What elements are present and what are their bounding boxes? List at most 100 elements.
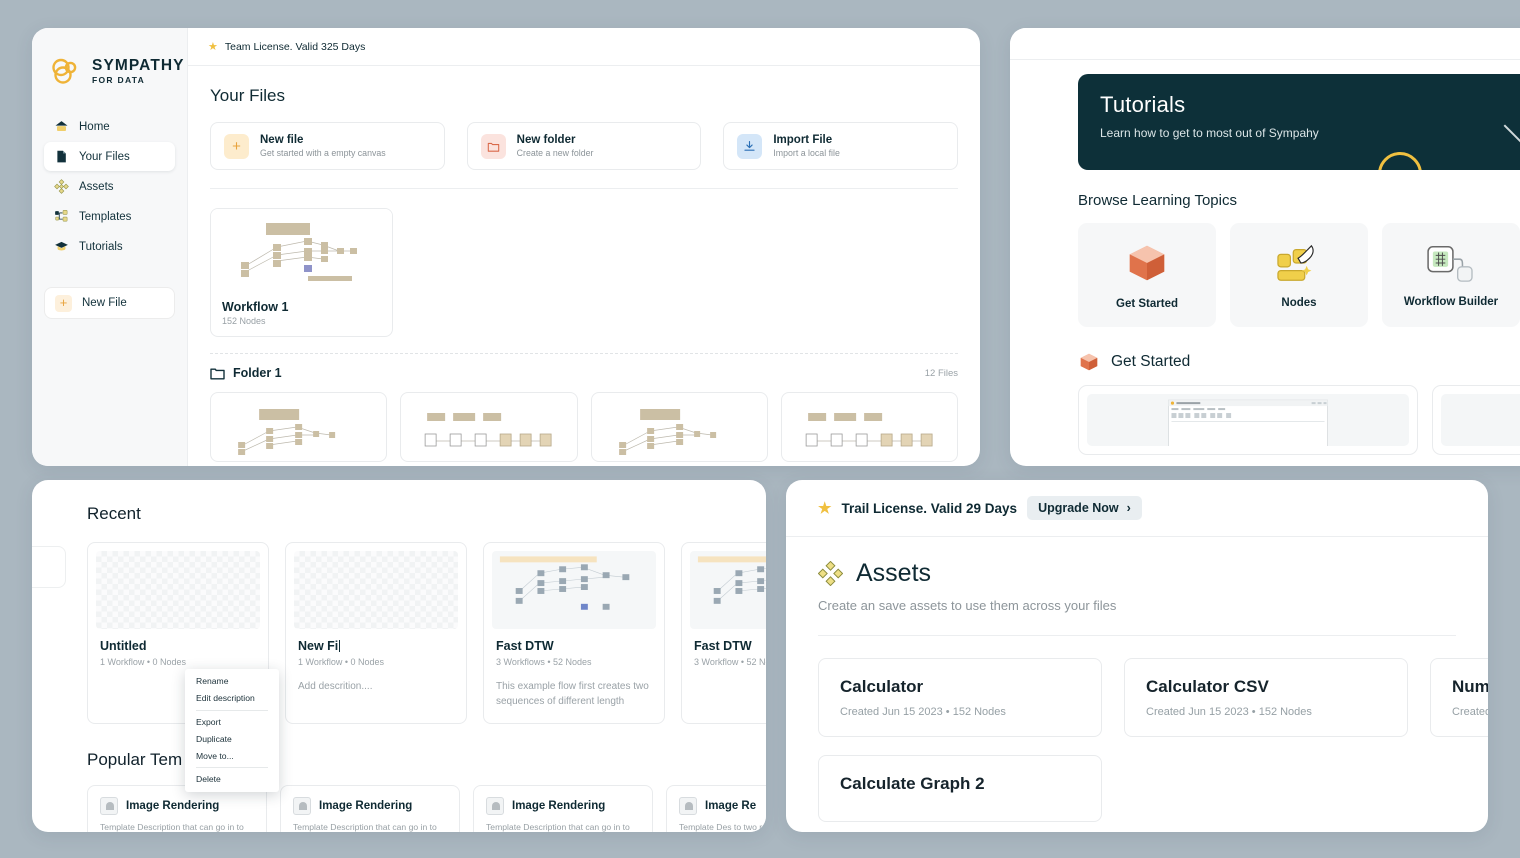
- recent-thumbnail: [690, 551, 766, 629]
- partial-edge-card: [32, 546, 66, 588]
- recent-thumbnail: [294, 551, 458, 629]
- files-main: ★ Team License. Valid 325 Days Your File…: [188, 28, 980, 466]
- tutorials-banner: Tutorials Learn how to get to most out o…: [1078, 74, 1520, 170]
- context-menu-separator: [196, 709, 268, 711]
- recent-card-name: Fast DTW: [496, 639, 554, 653]
- upgrade-now-label: Upgrade Now: [1038, 501, 1119, 515]
- popular-templates-title: Popular Tem: [87, 750, 183, 769]
- sidebar-item-assets[interactable]: Assets: [44, 172, 175, 201]
- asset-card[interactable]: Numb Created: [1430, 658, 1488, 737]
- sidebar-item-home[interactable]: Home: [44, 112, 175, 141]
- recent-card[interactable]: Fast DTW 3 Workflows • 52 Nodes This exa…: [483, 542, 665, 724]
- new-file-card-title: New file: [260, 133, 304, 146]
- template-card[interactable]: Image Rendering Template Description tha…: [87, 785, 267, 832]
- topic-card-workflow-builder[interactable]: Workflow Builder: [1382, 223, 1520, 327]
- sidebar-item-label: Assets: [79, 180, 114, 193]
- asset-meta: Created Jun 15 2023 • 152 Nodes: [840, 706, 1006, 718]
- workflow-builder-icon: [1423, 242, 1479, 284]
- folder-file-count: 12 Files: [924, 367, 958, 379]
- get-started-thumbnail: [1441, 394, 1520, 446]
- sidebar-item-your-files[interactable]: Your Files: [44, 142, 175, 171]
- tutorials-topbar: [1010, 28, 1520, 60]
- file-icon: [54, 149, 69, 164]
- new-file-button[interactable]: + New File: [44, 287, 175, 319]
- recent-thumbnail: [96, 551, 260, 629]
- recent-card[interactable]: New Fi 1 Workflow • 0 Nodes Add descriti…: [285, 542, 467, 724]
- plus-icon: +: [55, 294, 72, 312]
- upgrade-now-button[interactable]: Upgrade Now ›: [1027, 496, 1142, 520]
- folder-item-card[interactable]: [780, 392, 958, 462]
- recent-card-description-placeholder[interactable]: Add descrition....: [298, 679, 454, 694]
- asset-card[interactable]: Calculator CSV Created Jun 15 2023 • 152…: [1124, 658, 1408, 737]
- home-icon: [54, 119, 69, 134]
- topic-label: Get Started: [1116, 298, 1178, 310]
- folder-item-card[interactable]: [590, 392, 768, 462]
- tutorials-banner-title: Tutorials: [1100, 92, 1186, 117]
- topic-card-get-started[interactable]: Get Started: [1078, 223, 1216, 327]
- template-card[interactable]: Image Rendering Template Description tha…: [280, 785, 460, 832]
- templates-nodes-icon: [54, 209, 69, 224]
- new-folder-card-subtitle: Create a new folder: [516, 147, 594, 158]
- new-folder-card[interactable]: New folder Create a new folder: [466, 122, 702, 170]
- files-body: Your Files + New file Get started with a…: [188, 66, 980, 466]
- yellow-nodes-hand-icon: [1275, 241, 1323, 285]
- sidebar: SYMPATHY FOR DATA Home Your Files Assets…: [32, 28, 188, 466]
- get-started-card[interactable]: [1078, 385, 1418, 455]
- recent-card-name-editing[interactable]: New Fi: [298, 639, 454, 653]
- asset-name: Calculate Graph 2: [840, 774, 985, 793]
- context-menu-item-export[interactable]: Export: [185, 714, 279, 731]
- page-title: Your Files: [210, 86, 285, 105]
- sidebar-item-tutorials[interactable]: Tutorials: [44, 232, 175, 261]
- sidebar-item-label: Home: [79, 120, 110, 133]
- template-description: Template Description that can go in to t…: [293, 822, 437, 832]
- text-caret: [339, 640, 341, 652]
- workflow-card[interactable]: Workflow 1 152 Nodes: [210, 208, 393, 337]
- context-menu-item-move-to[interactable]: Move to...: [185, 747, 279, 764]
- context-menu-item-edit-description[interactable]: Edit description: [185, 690, 279, 707]
- asset-card[interactable]: Calculator Created Jun 15 2023 • 152 Nod…: [818, 658, 1102, 737]
- assets-window: ★ Trail License. Valid 29 Days Upgrade N…: [786, 480, 1488, 832]
- folder-item-card[interactable]: [400, 392, 578, 462]
- get-started-card[interactable]: [1432, 385, 1520, 455]
- recent-window: Recent Untitled 1 Workflow • 0 Nodes New…: [32, 480, 766, 832]
- template-card[interactable]: Image Re Template Des to two rows Open i…: [666, 785, 766, 832]
- template-name: Image Re: [705, 800, 757, 812]
- sidebar-item-label: Your Files: [79, 150, 130, 163]
- context-menu-item-rename[interactable]: Rename: [185, 673, 279, 690]
- topic-card-row: Get Started Nodes Workflow Builder: [1078, 223, 1520, 327]
- template-card[interactable]: Image Rendering Template Description tha…: [473, 785, 653, 832]
- get-started-card-row: [1078, 385, 1520, 455]
- assets-header: Assets: [818, 559, 1456, 588]
- import-file-card-subtitle: Import a local file: [773, 147, 840, 158]
- topic-label: Nodes: [1281, 297, 1317, 309]
- image-placeholder-icon: [100, 797, 118, 815]
- assets-body: Assets Create an save assets to use them…: [786, 537, 1488, 822]
- import-file-card[interactable]: Import File Import a local file: [723, 122, 959, 170]
- get-started-thumbnail: [1087, 394, 1409, 446]
- template-description: Template Description that can go in to t…: [100, 822, 244, 832]
- folder-card-grid: [210, 392, 958, 462]
- asset-name: Calculator: [840, 677, 924, 696]
- topic-card-nodes[interactable]: Nodes: [1230, 223, 1368, 327]
- sidebar-item-label: Templates: [79, 210, 132, 223]
- context-menu-item-delete[interactable]: Delete: [185, 771, 279, 788]
- divider: [210, 188, 958, 189]
- context-menu-item-duplicate[interactable]: Duplicate: [185, 730, 279, 747]
- asset-card[interactable]: Calculate Graph 2: [818, 755, 1102, 822]
- template-name: Image Rendering: [126, 800, 220, 812]
- new-file-card[interactable]: + New file Get started with a empty canv…: [210, 122, 445, 170]
- recent-card[interactable]: Fast DTW 3 Workflow • 52 Nodes: [681, 542, 766, 724]
- context-menu[interactable]: Rename Edit description Export Duplicate…: [185, 669, 279, 792]
- license-text: Team License. Valid 325 Days: [224, 40, 366, 53]
- recent-card-subtitle: 1 Workflow • 0 Nodes: [298, 657, 385, 667]
- new-folder-card-title: New folder: [516, 133, 576, 146]
- topic-label: Workflow Builder: [1403, 296, 1499, 308]
- sidebar-item-templates[interactable]: Templates: [44, 202, 175, 231]
- recent-card-subtitle: 3 Workflow • 52 Nodes: [694, 657, 766, 667]
- context-menu-separator: [196, 766, 268, 768]
- folder-item-card[interactable]: [210, 392, 388, 462]
- plus-icon: +: [224, 133, 249, 159]
- star-icon: ★: [208, 41, 218, 53]
- image-placeholder-icon: [679, 797, 697, 815]
- folder-outline-icon: [210, 367, 225, 380]
